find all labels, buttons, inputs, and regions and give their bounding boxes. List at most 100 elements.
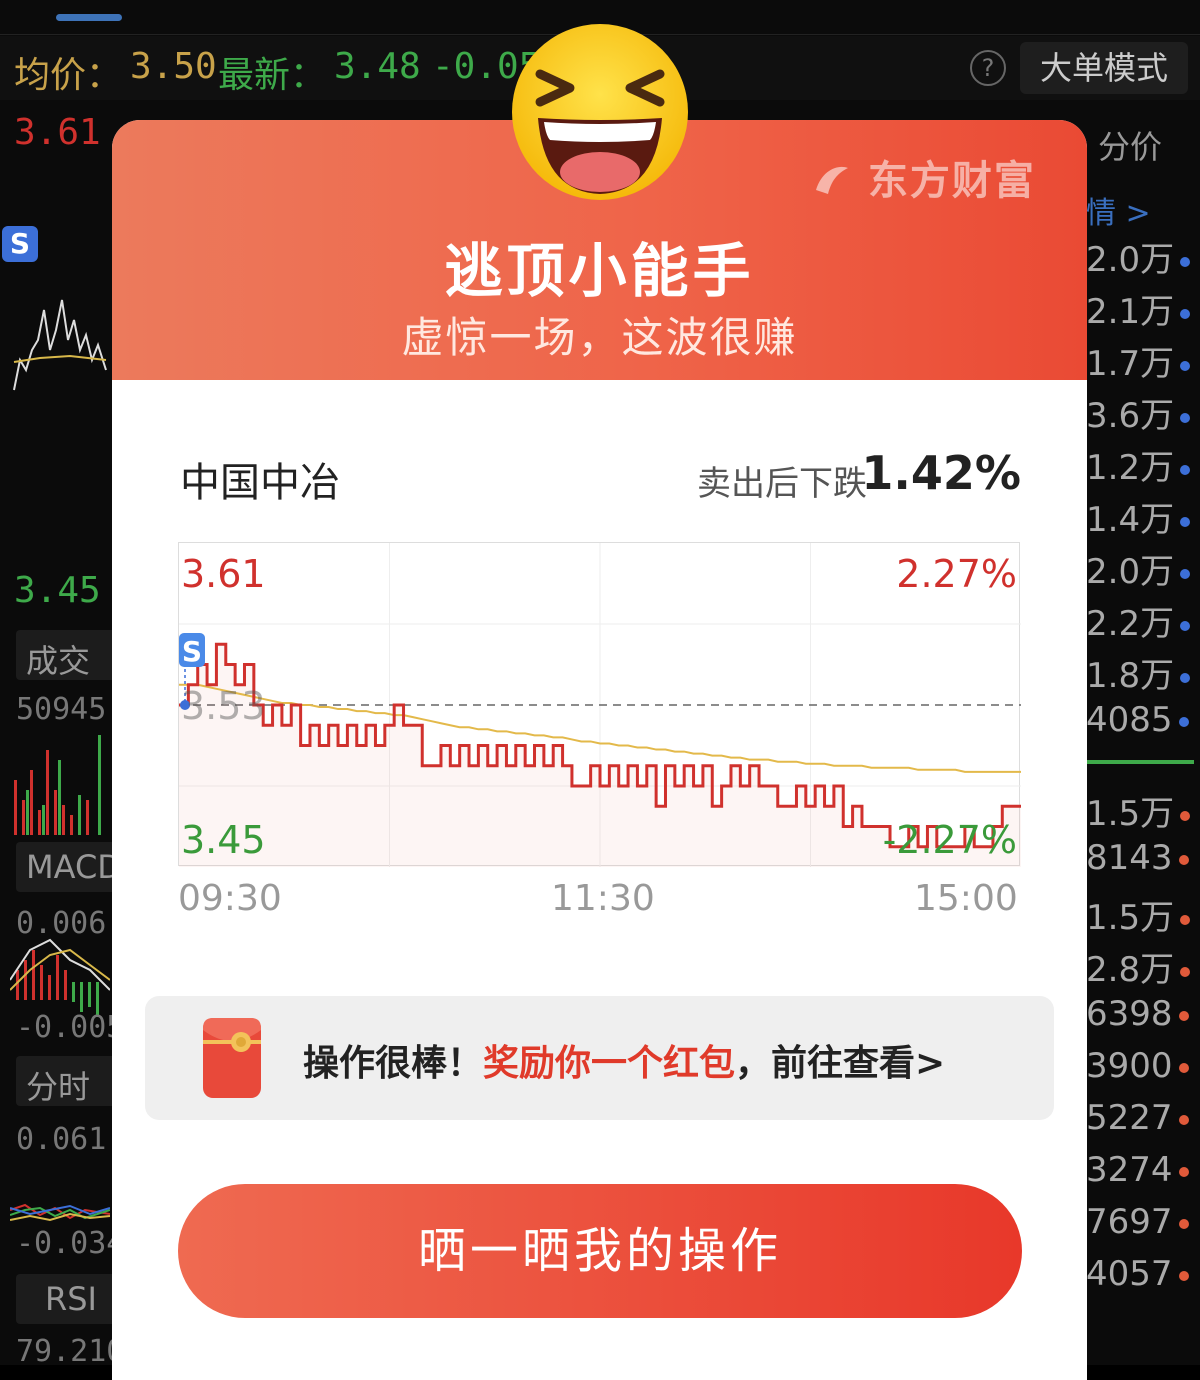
price-row-value: 2.1万 — [1086, 292, 1175, 332]
price-row-value: 2.2万 — [1086, 604, 1175, 644]
price-row: 1.7万 — [1086, 336, 1200, 385]
price-row: 2.8万 — [1086, 942, 1200, 991]
dot-icon — [1178, 1010, 1189, 1021]
chart-pct-high: 2.27% — [896, 552, 1017, 596]
fenshi-bottom-value: -0.034 — [16, 1226, 125, 1261]
dot-icon — [1178, 1270, 1189, 1281]
reward-banner[interactable]: 操作很棒！奖励你一个红包，前往查看> — [145, 996, 1054, 1120]
modal-title: 逃顶小能手 — [444, 237, 755, 305]
price-row-value: 1.5万 — [1086, 794, 1175, 834]
details-link[interactable]: 情 > — [1086, 188, 1151, 232]
price-row: 2.0万 — [1086, 544, 1200, 593]
dot-icon — [1180, 966, 1191, 977]
price-row: 3274 — [1086, 1150, 1200, 1190]
price-row: 2.1万 — [1086, 284, 1200, 333]
reward-highlight: 奖励你一个红包 — [483, 1043, 736, 1084]
chart-price-prev: 3.53 — [181, 684, 266, 728]
price-row-value: 4085 — [1086, 700, 1173, 740]
price-row: 5227 — [1086, 1098, 1200, 1138]
price-row-value: 2.0万 — [1086, 552, 1175, 592]
price-distribution-header[interactable]: 分价 — [1098, 122, 1162, 168]
dot-icon — [1178, 1114, 1189, 1125]
avg-price-value: 3.50 — [130, 46, 217, 87]
reward-prefix: 操作很棒！ — [303, 1043, 484, 1084]
price-row-value: 3.6万 — [1086, 396, 1175, 436]
bg-macd-chart — [10, 938, 110, 1017]
price-row-value: 1.2万 — [1086, 448, 1175, 488]
price-row-value: 1.4万 — [1086, 500, 1175, 540]
drop-after-sell-value: 1.42% — [861, 446, 1021, 500]
reward-text: 操作很棒！奖励你一个红包，前往查看> — [303, 1034, 945, 1086]
dot-icon — [1178, 1166, 1189, 1177]
price-row: 3.6万 — [1086, 388, 1200, 437]
bg-price-low: 3.45 — [14, 570, 101, 611]
stock-name: 中国中冶 — [180, 460, 340, 506]
price-row: 6398 — [1086, 994, 1200, 1034]
price-row-value: 7697 — [1086, 1202, 1173, 1242]
dot-icon — [1180, 568, 1191, 579]
dot-icon — [1180, 672, 1191, 683]
rsi-value: 79.210 — [16, 1334, 125, 1369]
chart-price-low: 3.45 — [181, 818, 266, 862]
red-envelope-icon — [203, 1018, 261, 1098]
price-row: 4085 — [1086, 700, 1200, 740]
price-row: 1.4万 — [1086, 492, 1200, 541]
sell-badge-label: S — [182, 635, 202, 668]
price-row: 7697 — [1086, 1202, 1200, 1242]
price-row: 1.2万 — [1086, 440, 1200, 489]
bg-price-sparkline — [13, 299, 107, 391]
drop-after-sell-label: 卖出后下跌 — [697, 464, 867, 504]
reward-link[interactable]: ，前往查看> — [735, 1043, 945, 1084]
brand-logo-icon — [816, 166, 848, 194]
divider — [1086, 760, 1194, 764]
price-row-value: 6398 — [1086, 994, 1173, 1034]
tab-volume[interactable]: 成交量 — [16, 630, 126, 680]
price-row-value: 3900 — [1086, 1046, 1173, 1086]
achievement-modal: 东方财富 逃顶小能手 虚惊一场，这波很赚 中国中冶 卖出后下跌 1.42% S 3… — [112, 120, 1087, 1380]
fenshi-top-value: 0.061 — [16, 1122, 107, 1157]
price-row: 1.5万 — [1086, 786, 1200, 835]
tab-rsi[interactable]: RSI — [16, 1274, 126, 1324]
dot-icon — [1180, 308, 1191, 319]
price-row: 3900 — [1086, 1046, 1200, 1086]
volume-value: 50945 — [16, 692, 107, 727]
bg-price-high: 3.61 — [14, 112, 101, 153]
price-row-value: 2.8万 — [1086, 950, 1175, 990]
price-row-value: 1.7万 — [1086, 344, 1175, 384]
brand-name: 东方财富 — [867, 158, 1036, 204]
latest-price-value: 3.48 — [334, 46, 421, 87]
dot-icon — [1180, 464, 1191, 475]
dot-icon — [1178, 1062, 1189, 1073]
time-end-label: 15:00 — [914, 878, 1018, 919]
dot-icon — [1180, 620, 1191, 631]
brand-logo: 东方财富 — [812, 148, 1036, 206]
intraday-chart: S 3.61 2.27% 3.53 3.45 -2.27% — [178, 542, 1021, 867]
price-row: 8143 — [1086, 838, 1200, 878]
macd-bottom-value: -0.005 — [16, 1010, 125, 1045]
price-row: 4057 — [1086, 1254, 1200, 1294]
dot-icon — [1180, 256, 1191, 267]
price-row: 1.5万 — [1086, 890, 1200, 939]
price-row-value: 1.8万 — [1086, 656, 1175, 696]
price-row-value: 3274 — [1086, 1150, 1173, 1190]
tab-indicator — [56, 14, 122, 21]
dot-icon — [1178, 716, 1189, 727]
help-icon[interactable]: ? — [970, 50, 1006, 86]
bg-sell-badge: S — [2, 226, 38, 262]
laughing-emoji-icon — [512, 24, 688, 200]
avg-price-label: 均价： — [14, 55, 123, 96]
dot-icon — [1178, 854, 1189, 865]
latest-price-label: 最新： — [218, 55, 327, 96]
share-operation-button[interactable]: 晒一晒我的操作 — [178, 1184, 1022, 1318]
dot-icon — [1180, 360, 1191, 371]
price-row-value: 1.5万 — [1086, 898, 1175, 938]
dot-icon — [1180, 810, 1191, 821]
time-start-label: 09:30 — [178, 878, 282, 919]
price-row: 1.8万 — [1086, 648, 1200, 697]
modal-subtitle: 虚惊一场，这波很赚 — [401, 313, 798, 362]
dot-icon — [1180, 516, 1191, 527]
tab-macd[interactable]: MACD — [16, 842, 126, 892]
price-row-value: 8143 — [1086, 838, 1173, 878]
tab-fenshi[interactable]: 分时博弈 — [16, 1056, 126, 1106]
large-order-mode-button[interactable]: 大单模式 — [1020, 42, 1188, 94]
